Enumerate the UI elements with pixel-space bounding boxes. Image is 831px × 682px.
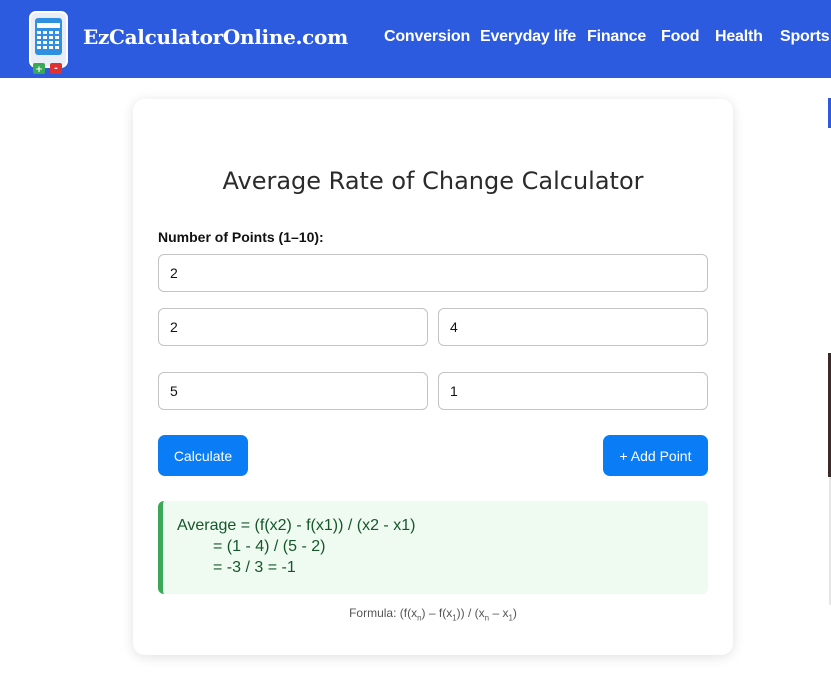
nav-conversion[interactable]: Conversion [384,28,470,46]
point-2-x-input[interactable] [158,372,428,410]
formula-text: ) [512,606,517,620]
nav-sports[interactable]: Sports [780,28,830,46]
point-1-y-input[interactable] [438,308,708,346]
formula-text: )) / (x [456,606,485,620]
main-nav: Conversion Everyday life Finance Food He… [0,28,831,50]
result-box: Average = (f(x2) - f(x1)) / (x2 - x1) = … [158,501,708,594]
formula-text: Formula: (f(x [349,606,418,620]
logo-minus: - [54,64,58,74]
nav-finance[interactable]: Finance [587,28,646,46]
site-header: + - EzCalculatorOnline.com Conversion Ev… [0,0,831,78]
result-line-3: = -3 / 3 = -1 [213,559,296,576]
formula-text: – x [489,606,509,620]
logo-plus: + [35,65,43,75]
nav-everyday-life[interactable]: Everyday life [480,28,576,46]
points-count-input[interactable] [158,254,708,292]
point-2-y-input[interactable] [438,372,708,410]
page-title: Average Rate of Change Calculator [222,167,644,195]
calculator-card: Average Rate of Change Calculator Number… [133,99,733,655]
result-line-2: = (1 - 4) / (5 - 2) [213,538,326,555]
formula-note: Formula: (f(xn) – f(x1)) / (xn – x1) [133,606,733,622]
formula-text: ) – f(x [421,606,453,620]
nav-food[interactable]: Food [661,28,699,46]
points-count-label: Number of Points (1–10): [158,229,324,245]
result-line-1: Average = (f(x2) - f(x1)) / (x2 - x1) [177,517,416,534]
point-1-x-input[interactable] [158,308,428,346]
calculate-button[interactable]: Calculate [158,435,248,476]
add-point-button[interactable]: + Add Point [603,435,708,476]
nav-health[interactable]: Health [715,28,763,46]
